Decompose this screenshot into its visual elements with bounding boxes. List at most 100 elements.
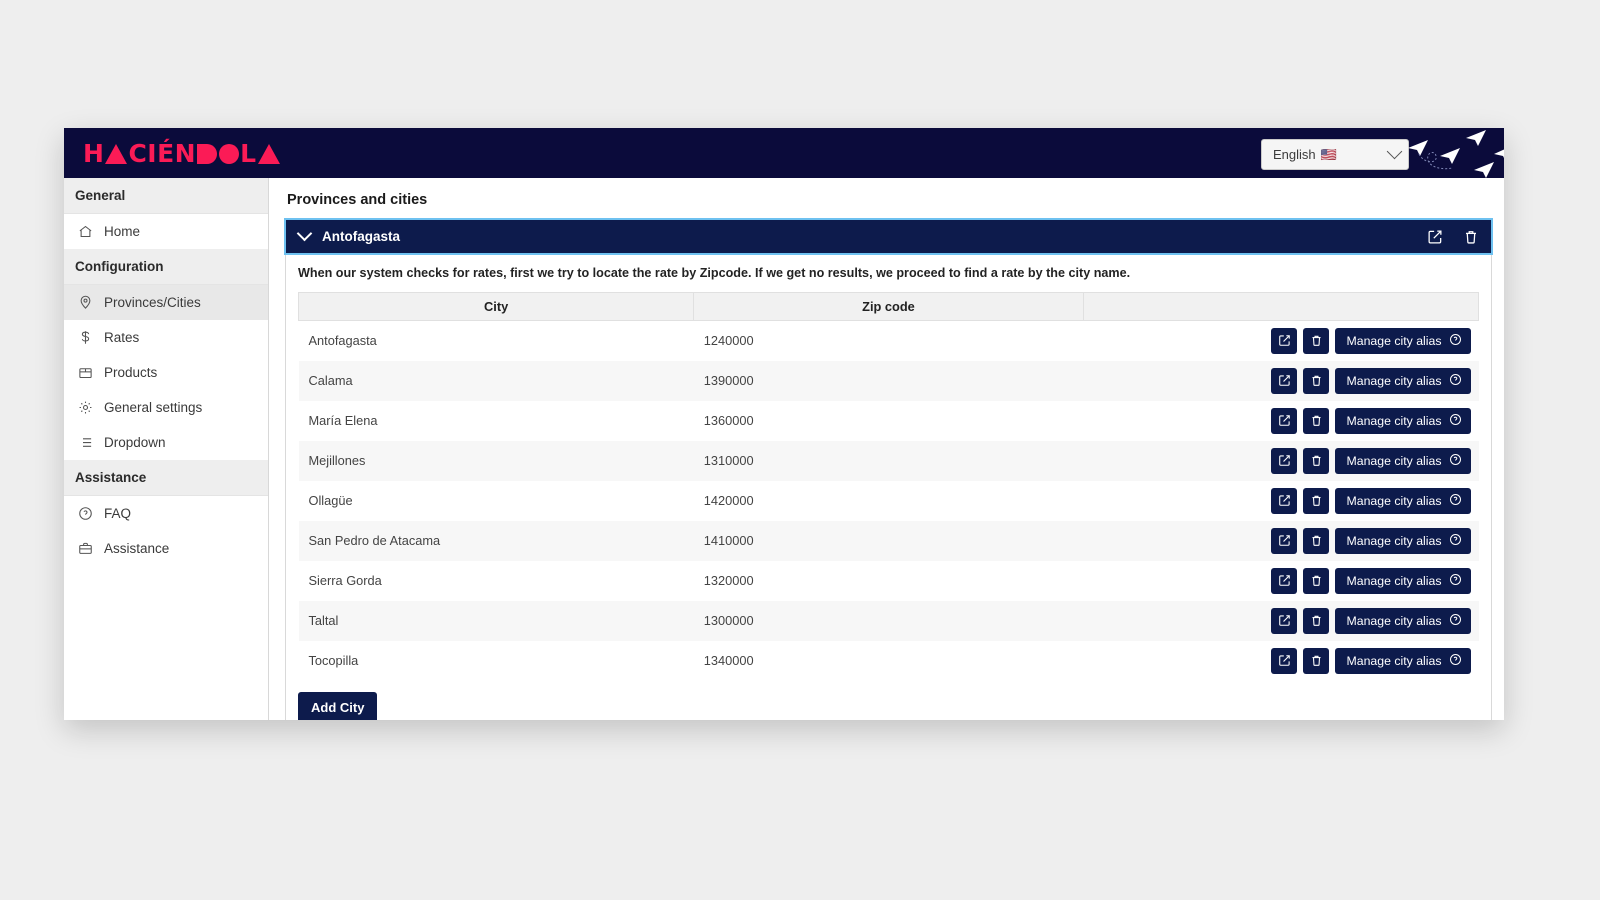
sidebar-item-label: Rates bbox=[104, 330, 140, 345]
sidebar-item-label: FAQ bbox=[104, 506, 132, 521]
sidebar-item-dropdown[interactable]: Dropdown bbox=[64, 425, 268, 460]
question-circle-icon bbox=[1449, 453, 1462, 469]
question-circle-icon bbox=[77, 506, 94, 521]
row-delete-button[interactable] bbox=[1303, 327, 1330, 354]
cell-zip: 1300000 bbox=[703, 613, 754, 628]
cell-zip: 1310000 bbox=[703, 453, 754, 468]
cell-zip: 1340000 bbox=[703, 653, 754, 668]
manage-city-alias-label: Manage city alias bbox=[1346, 573, 1442, 588]
question-circle-icon bbox=[1449, 333, 1462, 349]
sidebar-item-assistance[interactable]: Assistance bbox=[64, 531, 268, 566]
manage-city-alias-label: Manage city alias bbox=[1346, 533, 1442, 548]
manage-city-alias-label: Manage city alias bbox=[1346, 373, 1442, 388]
manage-city-alias-button[interactable]: Manage city alias bbox=[1335, 567, 1471, 594]
language-label: English bbox=[1273, 147, 1316, 162]
sidebar-item-home[interactable]: Home bbox=[64, 214, 268, 249]
logo-circle-o bbox=[219, 144, 240, 164]
sidebar-item-label: General settings bbox=[104, 400, 203, 415]
row-edit-button[interactable] bbox=[1271, 487, 1298, 514]
cell-city: Tocopilla bbox=[308, 653, 359, 668]
manage-city-alias-button[interactable]: Manage city alias bbox=[1335, 527, 1471, 554]
manage-city-alias-button[interactable]: Manage city alias bbox=[1335, 327, 1471, 354]
sidebar-item-provinces-cities[interactable]: Provinces/Cities bbox=[64, 285, 268, 320]
province-delete-button[interactable] bbox=[1463, 229, 1479, 245]
cell-zip: 1240000 bbox=[703, 333, 754, 349]
column-header-actions bbox=[1082, 292, 1480, 321]
row-delete-button[interactable] bbox=[1303, 487, 1330, 514]
row-edit-button[interactable] bbox=[1271, 607, 1298, 634]
sidebar-item-label: Home bbox=[104, 224, 141, 239]
table-row: Sierra Gorda 1320000 Manage city alias bbox=[298, 560, 1479, 601]
brand-logo[interactable]: H CIÉN L bbox=[83, 128, 281, 178]
add-city-button[interactable]: Add City bbox=[298, 691, 378, 720]
logo-triangle-a-1 bbox=[105, 144, 128, 164]
cell-zip: 1410000 bbox=[703, 533, 754, 548]
sidebar-item-general-settings[interactable]: General settings bbox=[64, 390, 268, 425]
manage-city-alias-button[interactable]: Manage city alias bbox=[1335, 367, 1471, 394]
sidebar-group-assistance: Assistance bbox=[64, 460, 268, 496]
manage-city-alias-button[interactable]: Manage city alias bbox=[1335, 647, 1471, 674]
flag-us-icon: 🇺🇸 bbox=[1320, 146, 1337, 162]
list-icon bbox=[77, 435, 94, 450]
province-edit-button[interactable] bbox=[1427, 229, 1443, 245]
table-row: Tocopilla 1340000 Manage city alias bbox=[298, 640, 1479, 681]
sidebar-item-faq[interactable]: FAQ bbox=[64, 496, 268, 531]
cell-actions: Manage city alias bbox=[1083, 361, 1478, 401]
row-delete-button[interactable] bbox=[1303, 647, 1330, 674]
row-delete-button[interactable] bbox=[1303, 447, 1330, 474]
manage-city-alias-button[interactable]: Manage city alias bbox=[1335, 487, 1471, 514]
manage-city-alias-label: Manage city alias bbox=[1346, 413, 1442, 428]
sidebar-group-configuration: Configuration bbox=[64, 249, 268, 285]
row-edit-button[interactable] bbox=[1271, 567, 1298, 594]
row-edit-button[interactable] bbox=[1271, 447, 1298, 474]
row-delete-button[interactable] bbox=[1303, 367, 1330, 394]
page-title: Provinces and cities bbox=[287, 192, 428, 208]
sidebar-item-products[interactable]: Products bbox=[64, 355, 268, 390]
cell-actions: Manage city alias bbox=[1083, 481, 1478, 521]
row-edit-button[interactable] bbox=[1271, 647, 1298, 674]
cities-table: City Zip code Antofagasta 1240000 Manage c… bbox=[297, 292, 1480, 681]
sidebar-item-rates[interactable]: Rates bbox=[64, 320, 268, 355]
main-content: Provinces and cities Antofagasta When ou… bbox=[269, 178, 1504, 720]
cell-city: Antofagasta bbox=[308, 333, 377, 349]
manage-city-alias-label: Manage city alias bbox=[1346, 333, 1442, 348]
manage-city-alias-button[interactable]: Manage city alias bbox=[1335, 447, 1471, 474]
manage-city-alias-label: Manage city alias bbox=[1346, 453, 1442, 468]
manage-city-alias-button[interactable]: Manage city alias bbox=[1335, 407, 1471, 434]
province-accordion-body: When our system checks for rates, first … bbox=[286, 253, 1491, 720]
logo-text-la: L bbox=[240, 138, 257, 168]
row-delete-button[interactable] bbox=[1303, 607, 1330, 634]
cell-actions: Manage city alias bbox=[1083, 441, 1478, 481]
row-edit-button[interactable] bbox=[1271, 327, 1298, 354]
question-circle-icon bbox=[1449, 413, 1462, 429]
manage-city-alias-button[interactable]: Manage city alias bbox=[1335, 607, 1471, 634]
question-circle-icon bbox=[1449, 373, 1462, 389]
row-edit-button[interactable] bbox=[1271, 527, 1298, 554]
cell-actions: Manage city alias bbox=[1083, 401, 1478, 441]
manage-city-alias-label: Manage city alias bbox=[1346, 613, 1442, 628]
cell-actions: Manage city alias bbox=[1083, 641, 1478, 681]
question-circle-icon bbox=[1449, 533, 1462, 549]
province-card: Antofagasta When our system checks for r… bbox=[285, 220, 1492, 720]
paper-planes-decoration bbox=[1408, 130, 1504, 178]
cell-city: María Elena bbox=[308, 413, 378, 428]
chevron-down-icon[interactable] bbox=[296, 225, 313, 242]
language-selector[interactable]: English 🇺🇸 bbox=[1261, 139, 1409, 170]
table-row: San Pedro de Atacama 1410000 Manage city a… bbox=[298, 520, 1479, 561]
row-delete-button[interactable] bbox=[1303, 527, 1330, 554]
row-delete-button[interactable] bbox=[1303, 567, 1330, 594]
app-window: H CIÉN L English 🇺🇸 General Home Configu… bbox=[64, 128, 1504, 720]
logo-triangle-a-2 bbox=[257, 144, 280, 164]
cell-actions: Manage city alias bbox=[1083, 561, 1478, 601]
table-row: Taltal 1300000 Manage city alias bbox=[298, 600, 1479, 641]
row-edit-button[interactable] bbox=[1271, 367, 1298, 394]
gear-icon bbox=[77, 400, 94, 415]
logo-text-cien: CIÉN bbox=[128, 138, 197, 168]
table-row: María Elena 1360000 Manage city alias bbox=[298, 400, 1479, 441]
sidebar-item-label: Dropdown bbox=[104, 435, 166, 450]
cell-actions: Manage city alias bbox=[1083, 521, 1478, 561]
row-edit-button[interactable] bbox=[1271, 407, 1298, 434]
province-accordion-header[interactable]: Antofagasta bbox=[286, 220, 1491, 253]
row-delete-button[interactable] bbox=[1303, 407, 1330, 434]
sidebar-item-label: Provinces/Cities bbox=[104, 295, 201, 310]
